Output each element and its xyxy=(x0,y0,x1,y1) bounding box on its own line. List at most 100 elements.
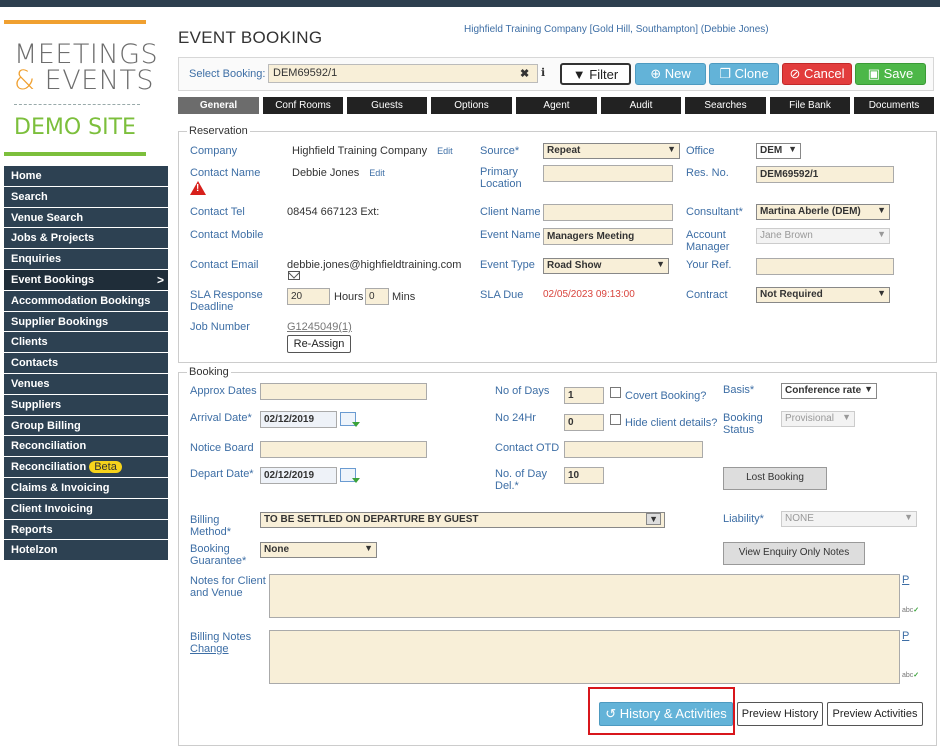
arrival-date-input[interactable]: 02/12/2019 xyxy=(260,411,337,428)
sidebar-item-claims-invoicing[interactable]: Claims & Invoicing xyxy=(4,477,168,499)
reservation-legend: Reservation xyxy=(189,125,248,137)
tab-agent[interactable]: Agent xyxy=(516,97,597,114)
company-value: Highfield Training Company xyxy=(292,145,428,157)
sidebar-item-reconciliation-beta[interactable]: Reconciliation Beta xyxy=(4,457,168,478)
new-label: New xyxy=(664,66,691,81)
filter-label: Filter xyxy=(589,67,619,82)
sidebar-item-client-invoicing[interactable]: Client Invoicing xyxy=(4,498,168,520)
your-ref-input[interactable] xyxy=(756,258,894,275)
save-button[interactable]: ▣ Save xyxy=(855,63,926,85)
calendar-icon[interactable] xyxy=(340,468,360,483)
res-no-input[interactable]: DEM69592/1 xyxy=(756,166,894,183)
chevron-down-icon: ▼ xyxy=(877,229,886,239)
event-name-input[interactable]: Managers Meeting xyxy=(543,228,673,245)
brand-demo-site: DEMO SITE xyxy=(14,115,136,140)
brand-logo[interactable]: MEETINGS & EVENTS xyxy=(4,41,168,94)
clone-label: Clone xyxy=(734,66,769,81)
account-manager-select[interactable]: Jane Brown ▼ xyxy=(756,228,890,244)
contact-otd-input[interactable] xyxy=(564,441,703,458)
billing-notes-textarea[interactable] xyxy=(269,630,900,684)
booking-status-select[interactable]: Provisional ▼ xyxy=(781,411,855,427)
billing-notes-change-link[interactable]: Change xyxy=(190,643,229,655)
billing-notes-p-link[interactable]: P xyxy=(902,630,909,642)
clone-button[interactable]: ❐ Clone xyxy=(709,63,779,85)
tab-documents[interactable]: Documents xyxy=(854,97,934,114)
sla-hours-input[interactable]: 20 xyxy=(287,288,330,305)
company-header-link[interactable]: Highfield Training Company [Gold Hill, S… xyxy=(464,24,769,35)
lost-booking-button[interactable]: Lost Booking xyxy=(723,467,827,490)
sidebar-item-venue-search[interactable]: Venue Search xyxy=(4,207,168,229)
sidebar-item-suppliers[interactable]: Suppliers xyxy=(4,394,168,416)
sidebar-item-jobs-projects[interactable]: Jobs & Projects xyxy=(4,228,168,250)
calendar-icon[interactable] xyxy=(340,412,360,427)
preview-history-button[interactable]: Preview History xyxy=(737,702,823,726)
sidebar-item-reports[interactable]: Reports xyxy=(4,519,168,541)
preview-activities-button[interactable]: Preview Activities xyxy=(827,702,923,726)
select-booking-input[interactable]: DEM69592/1 xyxy=(268,64,538,83)
sidebar-item-enquiries[interactable]: Enquiries xyxy=(4,249,168,270)
brand-divider xyxy=(14,104,140,105)
no-days-input[interactable]: 1 xyxy=(564,387,604,404)
filter-button[interactable]: ▼ Filter xyxy=(560,63,631,85)
sidebar-item-search[interactable]: Search xyxy=(4,186,168,208)
booking-guarantee-select[interactable]: None ▼ xyxy=(260,542,377,558)
event-type-value: Road Show xyxy=(547,260,602,271)
sidebar-item-contacts[interactable]: Contacts xyxy=(4,353,168,374)
sidebar-item-label: Hotelzon xyxy=(11,544,58,557)
billing-method-select[interactable]: TO BE SETTLED ON DEPARTURE BY GUEST ▼ xyxy=(260,512,665,528)
tab-options[interactable]: Options xyxy=(431,97,512,114)
liability-select[interactable]: NONE ▼ xyxy=(781,511,917,527)
notes-p-link[interactable]: P xyxy=(902,574,909,586)
sidebar-item-label: Home xyxy=(11,170,42,182)
spellcheck-icon[interactable]: abc✓ xyxy=(902,606,919,614)
covert-booking-checkbox[interactable] xyxy=(610,387,621,398)
depart-date-input[interactable]: 02/12/2019 xyxy=(260,467,337,484)
source-select[interactable]: Repeat ▼ xyxy=(543,143,680,159)
info-icon[interactable]: ℹ xyxy=(541,66,545,79)
sla-mins-input[interactable]: 0 xyxy=(365,288,389,305)
sidebar-item-supplier-bookings[interactable]: Supplier Bookings xyxy=(4,311,168,333)
office-select[interactable]: DEM ▼ xyxy=(756,143,801,159)
new-button[interactable]: ⊕ New xyxy=(635,63,706,85)
tab-general[interactable]: General xyxy=(178,97,259,114)
contract-select[interactable]: Not Required ▼ xyxy=(756,287,890,303)
sidebar-item-clients[interactable]: Clients xyxy=(4,332,168,354)
envelope-icon[interactable] xyxy=(288,271,300,280)
sidebar-item-group-billing[interactable]: Group Billing xyxy=(4,415,168,437)
client-name-input[interactable] xyxy=(543,204,673,221)
job-number-link[interactable]: G1245049(1) xyxy=(287,321,352,333)
history-activities-button[interactable]: ↺ History & Activities xyxy=(599,702,733,726)
view-enquiry-notes-button[interactable]: View Enquiry Only Notes xyxy=(723,542,865,565)
sidebar-item-venues[interactable]: Venues xyxy=(4,373,168,395)
no-24hr-input[interactable]: 0 xyxy=(564,414,604,431)
notes-client-venue-textarea[interactable] xyxy=(269,574,900,618)
tab-guests[interactable]: Guests xyxy=(347,97,427,114)
contact-edit-link[interactable]: Edit xyxy=(369,168,385,178)
sidebar-item-home[interactable]: Home xyxy=(4,166,168,187)
primary-location-input[interactable] xyxy=(543,165,673,182)
sidebar-item-event-bookings[interactable]: Event Bookings > xyxy=(4,269,168,291)
notice-board-input[interactable] xyxy=(260,441,427,458)
basis-select[interactable]: Conference rate ▼ xyxy=(781,383,877,399)
sidebar-item-accommodation-bookings[interactable]: Accommodation Bookings xyxy=(4,290,168,312)
day-del-input[interactable]: 10 xyxy=(564,467,604,484)
reassign-button[interactable]: Re-Assign xyxy=(287,335,351,353)
approx-dates-input[interactable] xyxy=(260,383,427,400)
tab-searches[interactable]: Searches xyxy=(685,97,766,114)
consultant-select[interactable]: Martina Aberle (DEM) ▼ xyxy=(756,204,890,220)
hide-client-checkbox[interactable] xyxy=(610,414,621,425)
company-edit-link[interactable]: Edit xyxy=(437,146,453,156)
sidebar-item-reconciliation[interactable]: Reconciliation xyxy=(4,436,168,458)
top-bar xyxy=(0,0,940,7)
clear-icon[interactable]: ✖ xyxy=(520,67,529,80)
spellcheck-icon[interactable]: abc✓ xyxy=(902,671,919,679)
tab-conf-rooms[interactable]: Conf Rooms xyxy=(263,97,343,114)
cancel-button[interactable]: ⊘ Cancel xyxy=(782,63,852,85)
tab-audit[interactable]: Audit xyxy=(601,97,681,114)
event-type-select[interactable]: Road Show ▼ xyxy=(543,258,669,274)
spellcheck-text: abc xyxy=(902,672,914,679)
primary-location-label: Primary Location xyxy=(480,166,522,190)
sidebar-item-hotelzon[interactable]: Hotelzon xyxy=(4,540,168,562)
depart-date-label: Depart Date* xyxy=(190,468,254,480)
tab-file-bank[interactable]: File Bank xyxy=(770,97,850,114)
